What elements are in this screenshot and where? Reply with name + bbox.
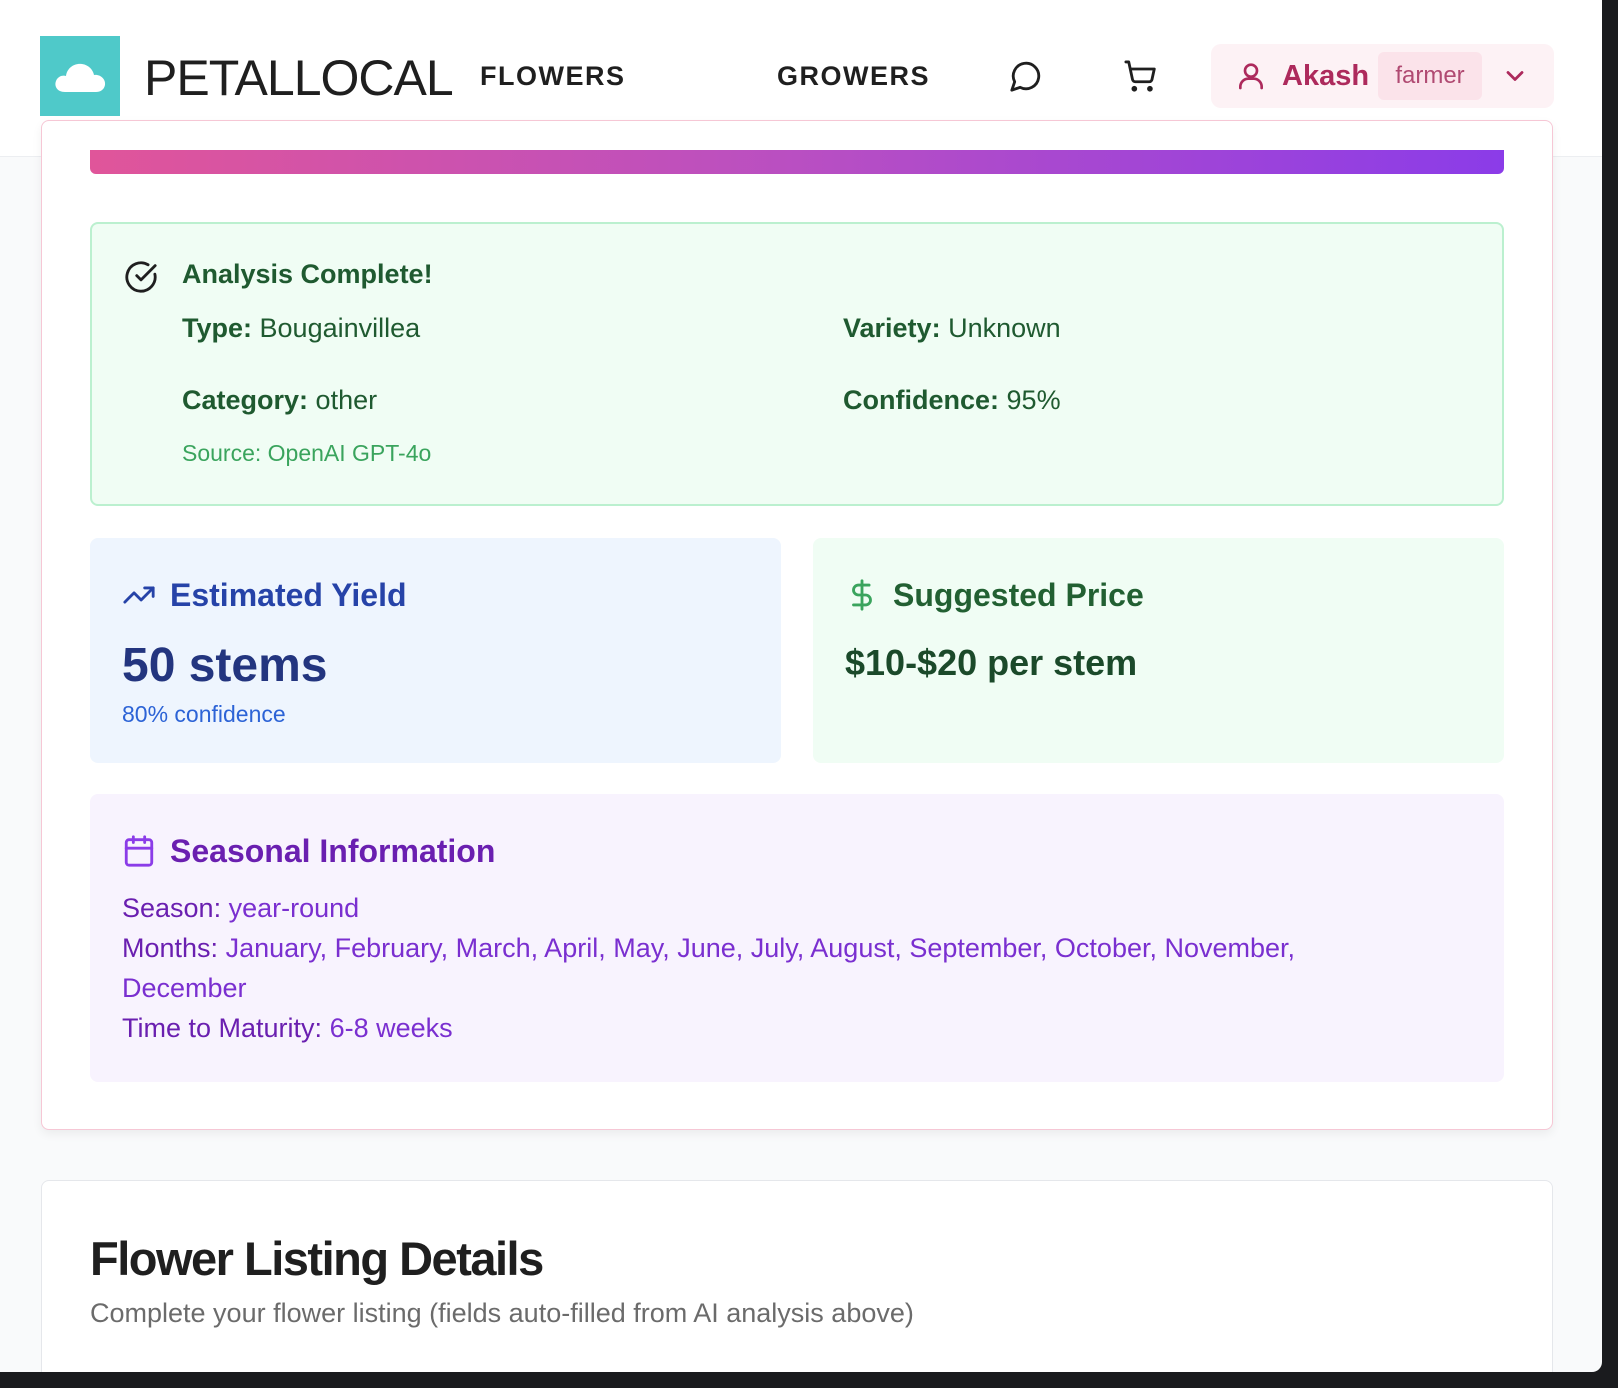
season-label: Season:: [122, 893, 222, 923]
trending-up-icon: [123, 586, 155, 604]
type-value: Bougainvillea: [259, 313, 421, 343]
field-type: Type: Bougainvillea: [182, 310, 420, 346]
months-label: Months:: [122, 933, 219, 963]
category-value: other: [315, 385, 378, 415]
maturity-value: 6-8 weeks: [329, 1013, 453, 1043]
yield-title: Estimated Yield: [170, 577, 407, 613]
maturity-label: Time to Maturity:: [122, 1013, 323, 1043]
confidence-label: Confidence:: [843, 385, 1000, 415]
app-viewport: PETALLOCAL FLOWERS GROWERS Akash farmer: [0, 0, 1602, 1372]
price-value: $10-$20 per stem: [845, 642, 1138, 683]
category-label: Category:: [182, 385, 309, 415]
check-circle-icon: [125, 261, 157, 293]
field-variety: Variety: Unknown: [843, 310, 1061, 346]
calendar-icon: [124, 835, 154, 867]
field-category: Category: other: [182, 382, 377, 418]
nav-growers[interactable]: GROWERS: [777, 58, 930, 94]
window-edge: [1602, 0, 1618, 1388]
listing-title: Flower Listing Details: [90, 1232, 544, 1285]
messages-button[interactable]: [1006, 56, 1046, 96]
maturity-row: Time to Maturity: 6-8 weeks: [122, 1008, 1422, 1048]
analysis-title: Analysis Complete!: [182, 259, 433, 289]
yield-confidence: 80% confidence: [122, 701, 286, 727]
listing-details-card: Flower Listing Details Complete your flo…: [41, 1180, 1553, 1372]
chat-icon: [1010, 61, 1041, 92]
role-badge: farmer: [1378, 52, 1482, 100]
seasonal-info-box: Seasonal Information Season: year-round …: [90, 794, 1504, 1082]
suggested-price-box: Suggested Price $10-$20 per stem: [813, 538, 1504, 763]
cloud-logo-icon: [55, 63, 106, 92]
season-value: year-round: [228, 893, 360, 923]
logo[interactable]: [40, 36, 120, 116]
price-title: Suggested Price: [893, 577, 1144, 613]
analysis-source: Source: OpenAI GPT-4o: [182, 440, 432, 466]
season-title: Seasonal Information: [170, 833, 496, 869]
progress-gradient-bar: [90, 150, 1504, 174]
months-value: January, February, March, April, May, Ju…: [122, 933, 1296, 1003]
months-row: Months: January, February, March, April,…: [122, 928, 1422, 1008]
field-confidence: Confidence: 95%: [843, 382, 1061, 418]
variety-label: Variety:: [843, 313, 941, 343]
user-menu-button[interactable]: Akash farmer: [1211, 44, 1554, 108]
confidence-value: 95%: [1006, 385, 1061, 415]
brand-name[interactable]: PETALLOCAL: [144, 50, 454, 106]
dollar-icon: [852, 579, 872, 611]
nav-flowers[interactable]: FLOWERS: [480, 58, 626, 94]
user-icon: [1239, 63, 1263, 90]
yield-value: 50 stems: [122, 639, 328, 692]
season-details: Season: year-round Months: January, Febr…: [122, 888, 1422, 1048]
cart-button[interactable]: [1120, 56, 1160, 96]
type-label: Type:: [182, 313, 253, 343]
listing-subtitle: Complete your flower listing (fields aut…: [90, 1298, 914, 1328]
analysis-result-box: Analysis Complete! Type: Bougainvillea V…: [90, 222, 1504, 506]
chevron-down-icon: [1506, 71, 1524, 81]
user-name: Akash: [1282, 60, 1370, 92]
variety-value: Unknown: [948, 313, 1061, 343]
estimated-yield-box: Estimated Yield 50 stems 80% confidence: [90, 538, 781, 763]
season-row: Season: year-round: [122, 888, 1422, 928]
cart-icon: [1124, 60, 1156, 92]
